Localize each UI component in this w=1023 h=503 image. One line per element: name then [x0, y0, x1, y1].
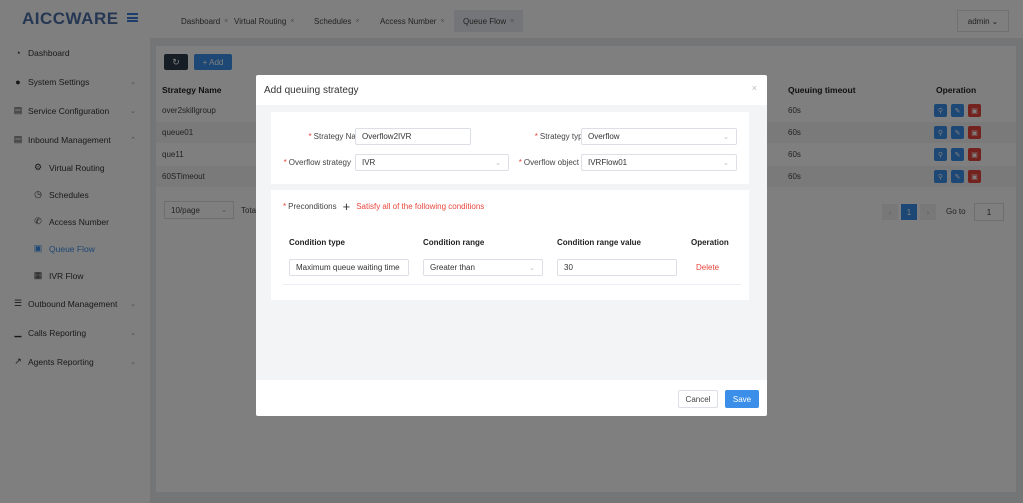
chevron-down-icon: ⌄	[395, 264, 401, 272]
condition-range-value: Greater than	[430, 263, 475, 272]
strategy-type-select[interactable]: Overflow ⌄	[581, 128, 737, 145]
chevron-down-icon: ⌄	[723, 159, 729, 167]
dialog-body: * Strategy Name Overflow2IVR * Strategy ty…	[256, 105, 767, 380]
strategy-form-panel: * Strategy Name Overflow2IVR * Strategy ty…	[271, 112, 749, 184]
operation-header: Operation	[691, 238, 729, 247]
strategy-type-value: Overflow	[588, 132, 620, 141]
chevron-down-icon: ⌄	[723, 133, 729, 141]
condition-type-value: Maximum queue waiting time	[296, 263, 400, 272]
preconditions-label: Preconditions	[288, 202, 337, 211]
strategy-name-input[interactable]: Overflow2IVR	[355, 128, 471, 145]
condition-type-header: Condition type	[289, 238, 345, 247]
chevron-down-icon: ⌄	[529, 264, 535, 272]
dialog-title: Add queuing strategy	[264, 85, 359, 96]
preconditions-panel: * Preconditions + Satisfy all of the fol…	[271, 190, 749, 300]
close-icon[interactable]: ×	[752, 83, 757, 93]
overflow-object-select[interactable]: IVRFlow01 ⌄	[581, 154, 737, 171]
preconditions-hint: Satisfy all of the following conditions	[356, 202, 485, 211]
overflow-object-label: * Overflow object	[518, 158, 579, 167]
strategy-type-label: * Strategy type	[534, 132, 587, 141]
overflow-strategy-label: * Overflow strategy	[283, 158, 351, 167]
condition-range-header: Condition range	[423, 238, 485, 247]
condition-type-select[interactable]: Maximum queue waiting time ⌄	[289, 259, 409, 276]
condition-range-select[interactable]: Greater than ⌄	[423, 259, 543, 276]
save-button[interactable]: Save	[725, 390, 759, 408]
chevron-down-icon: ⌄	[495, 159, 501, 167]
delete-condition-link[interactable]: Delete	[696, 263, 719, 272]
overflow-strategy-select[interactable]: IVR ⌄	[355, 154, 509, 171]
divider	[283, 284, 741, 285]
condition-value-header: Condition range value	[557, 238, 642, 247]
condition-value-input[interactable]: 30	[557, 259, 677, 276]
add-condition-icon[interactable]: +	[343, 200, 351, 213]
cancel-button[interactable]: Cancel	[678, 390, 718, 408]
overflow-object-value: IVRFlow01	[588, 158, 628, 167]
add-strategy-dialog: Add queuing strategy × * Strategy Name Ov…	[256, 75, 767, 416]
overflow-strategy-value: IVR	[362, 158, 376, 167]
preconditions-header: * Preconditions + Satisfy all of the fol…	[283, 198, 485, 214]
